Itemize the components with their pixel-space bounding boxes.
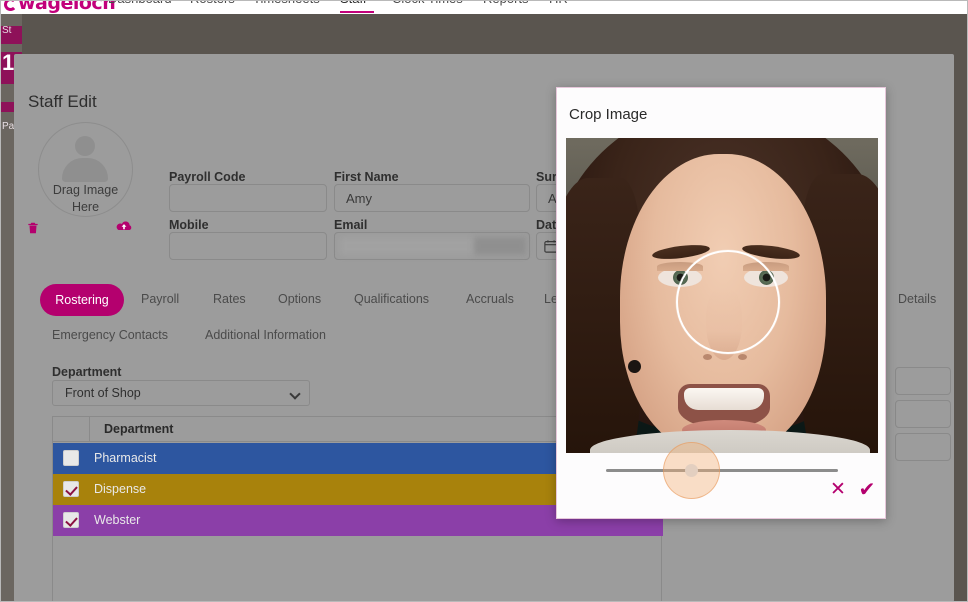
avatar-drag-label: Drag Image Here (38, 182, 133, 216)
tab-qualifications[interactable]: Qualifications (354, 292, 429, 306)
avatar-drag-line1: Drag Image (52, 183, 119, 197)
tab-accruals[interactable]: Accruals (466, 292, 514, 306)
row-checkbox[interactable] (63, 481, 79, 497)
right-field-1[interactable] (895, 367, 951, 395)
right-field-3[interactable] (895, 433, 951, 461)
department-select-value: Front of Shop (65, 386, 141, 400)
wageloch-logo[interactable]: wageloch (4, 0, 116, 14)
logo-swirl-icon (4, 0, 17, 11)
logo-text: wageloch (18, 0, 116, 14)
upload-cloud-icon[interactable] (114, 218, 134, 234)
department-column-header: Department (104, 422, 174, 436)
nav-item-dashboard[interactable]: Dashboard (108, 0, 172, 6)
nav-item-rosters[interactable]: Rosters (190, 0, 235, 6)
avatar-uploader[interactable]: Drag Image Here (26, 122, 136, 234)
email-label: Email (334, 218, 368, 232)
chevron-down-icon (289, 388, 301, 400)
top-navigation-bar: wageloch Dashboard Rosters Timesheets Staff… (0, 0, 968, 14)
first-name-label: First Name (334, 170, 399, 184)
tab-payroll[interactable]: Payroll (141, 292, 179, 306)
department-select[interactable]: Front of Shop (52, 380, 310, 406)
avatar-drag-line2: Here (71, 200, 100, 214)
row-department-name: Dispense (94, 482, 147, 496)
confirm-crop-button[interactable]: ✔ (856, 478, 878, 500)
right-field-2[interactable] (895, 400, 951, 428)
modal-title: Crop Image (569, 106, 648, 123)
row-checkbox[interactable] (63, 512, 79, 528)
department-label: Department (52, 365, 122, 379)
payroll-code-input[interactable] (169, 184, 327, 212)
tab-details[interactable]: Details (898, 292, 936, 306)
email-redacted-value-2 (474, 237, 526, 255)
zoom-slider-thumb[interactable] (685, 464, 698, 477)
tab-additional-information[interactable]: Additional Information (205, 328, 326, 342)
nav-item-reports[interactable]: Reports (483, 0, 529, 6)
first-name-value: Amy (346, 191, 372, 206)
person-icon (62, 136, 108, 182)
app-window: wageloch Dashboard Rosters Timesheets Staff… (0, 0, 968, 602)
nav-item-clock-times[interactable]: Clock Times (392, 0, 463, 6)
tab-options[interactable]: Options (278, 292, 321, 306)
trash-icon[interactable] (26, 220, 40, 236)
nav-item-hr[interactable]: HR (549, 0, 568, 6)
mobile-input[interactable] (169, 232, 327, 260)
tab-rostering-label: Rostering (55, 293, 109, 307)
crop-image-modal: Crop Image ✕ ✔ (556, 87, 886, 519)
row-checkbox[interactable] (63, 450, 79, 466)
checkbox-column-header (53, 417, 90, 441)
mobile-label: Mobile (169, 218, 209, 232)
page-title: Staff Edit (28, 92, 97, 111)
payroll-code-label: Payroll Code (169, 170, 246, 184)
nav-active-underline (340, 11, 374, 13)
tab-rostering[interactable]: Rostering (40, 284, 124, 316)
cancel-crop-button[interactable]: ✕ (827, 478, 849, 500)
tab-emergency-contacts[interactable]: Emergency Contacts (52, 328, 168, 342)
nav-item-staff[interactable]: Staff (340, 0, 367, 6)
sidebar-item-0[interactable]: St (0, 26, 22, 44)
nav-item-timesheets[interactable]: Timesheets (253, 0, 320, 6)
crop-selection-circle[interactable] (676, 250, 780, 354)
crop-image-stage[interactable] (566, 138, 878, 453)
row-department-name: Webster (94, 513, 141, 527)
row-department-name: Pharmacist (94, 451, 157, 465)
tab-rates[interactable]: Rates (213, 292, 246, 306)
zoom-slider-track[interactable] (606, 469, 838, 472)
